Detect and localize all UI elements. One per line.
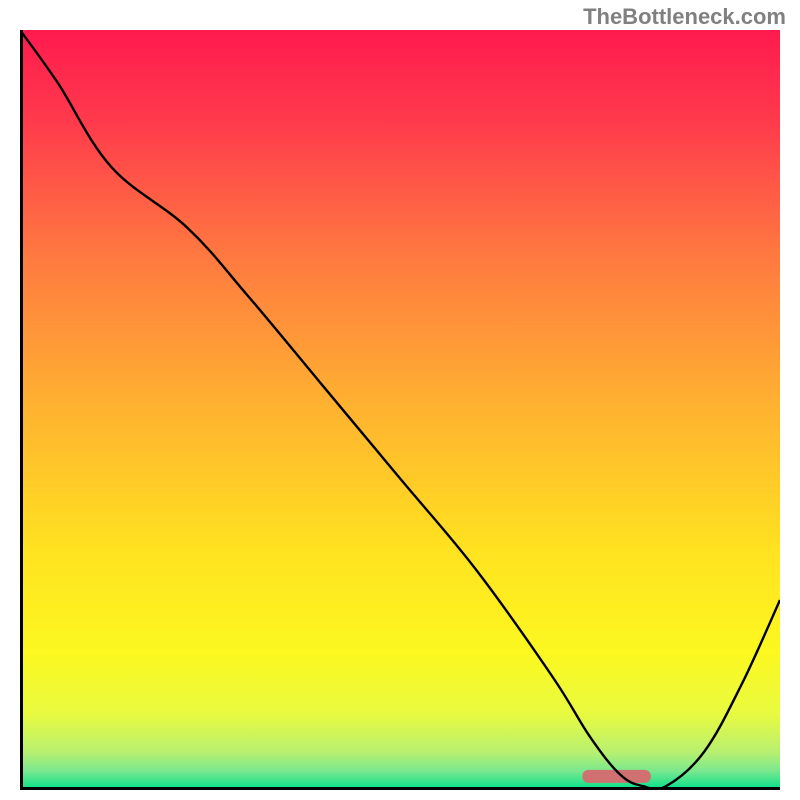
chart-svg [20,30,780,790]
chart-container: TheBottleneck.com [0,0,800,800]
watermark-text: TheBottleneck.com [583,4,786,30]
gradient-background [20,30,780,790]
